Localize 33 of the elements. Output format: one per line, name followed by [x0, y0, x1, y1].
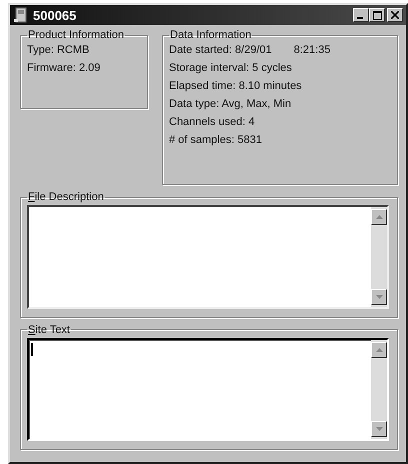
scroll-up-button[interactable]	[371, 209, 387, 225]
text-area[interactable]	[27, 338, 389, 441]
info-text: Data type: Avg, Max, Min	[169, 98, 292, 110]
down-arrow-icon	[376, 294, 382, 298]
text-cursor	[31, 342, 33, 356]
scrollbar[interactable]	[371, 207, 387, 306]
info-text: Type: RCMB	[27, 43, 90, 58]
info-text: Date started: 8/29/01	[169, 44, 272, 56]
close-icon	[391, 11, 399, 19]
up-arrow-icon	[376, 215, 382, 219]
down-arrow-icon	[376, 427, 382, 431]
scrollbar[interactable]	[371, 340, 387, 439]
info-text: Storage interval: 5 cycles	[169, 62, 292, 74]
scroll-down-button[interactable]	[371, 288, 387, 304]
info-text: Elapsed time: 8.10 minutes	[169, 80, 302, 92]
group-title: Site Text	[27, 324, 71, 336]
info-text: # of samples: 5831	[169, 134, 262, 146]
maximize-button[interactable]	[369, 8, 385, 22]
minimize-button[interactable]	[353, 8, 369, 22]
info-text: Firmware: 2.09	[27, 61, 102, 76]
group-title: File Description	[27, 191, 105, 203]
close-button[interactable]	[387, 8, 403, 22]
maximize-icon	[372, 10, 382, 20]
info-text: 8:21:35	[294, 44, 330, 56]
group-title: Data Information	[169, 29, 252, 41]
text-area[interactable]	[27, 205, 389, 308]
up-arrow-icon	[376, 348, 382, 352]
scroll-down-button[interactable]	[371, 421, 387, 437]
device-icon	[13, 7, 29, 23]
group-title: Product Information	[27, 29, 125, 41]
scroll-up-button[interactable]	[371, 342, 387, 358]
info-text: Channels used: 4	[169, 116, 255, 128]
window-title: 500065	[33, 8, 78, 22]
